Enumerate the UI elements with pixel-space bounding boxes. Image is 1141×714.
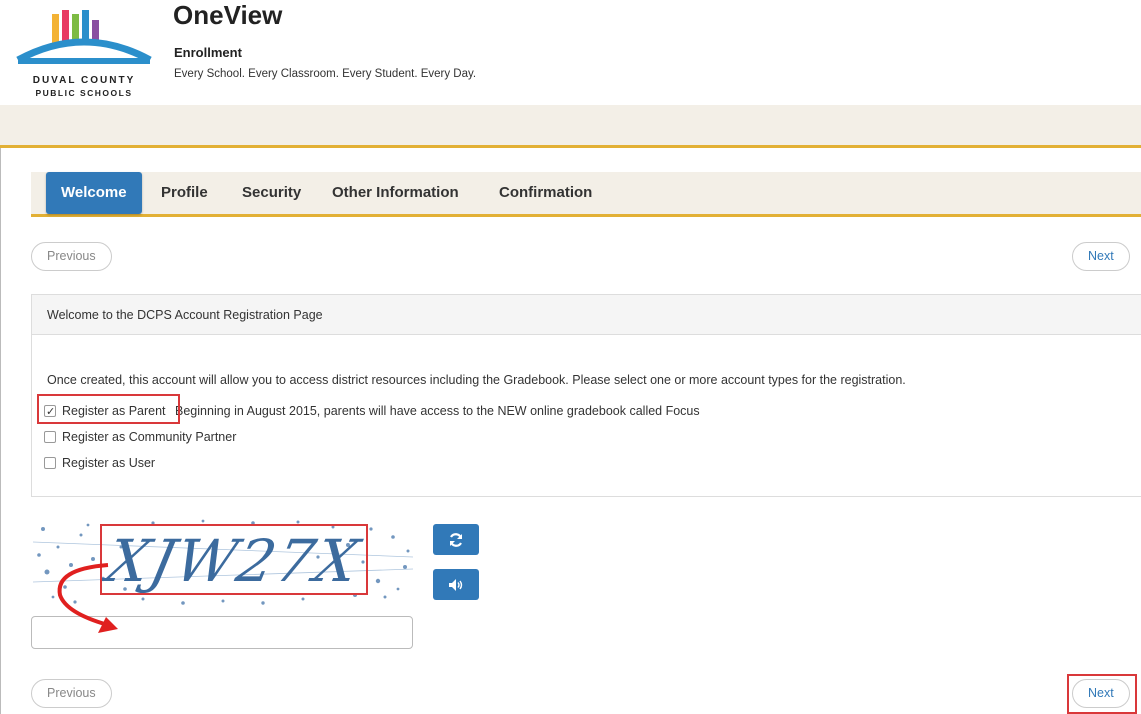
header-band	[0, 105, 1141, 148]
dcps-logo-graphic	[16, 10, 152, 64]
checkbox-community-partner[interactable]	[44, 431, 56, 443]
highlight-register-parent	[37, 394, 180, 424]
tab-other-information-label: Other Information	[332, 184, 459, 201]
intro-text: Once created, this account will allow yo…	[47, 373, 906, 387]
red-arrow	[57, 563, 118, 633]
checkbox-user[interactable]	[44, 457, 56, 469]
tab-security[interactable]: Security	[242, 172, 301, 214]
wizard-tabs: Welcome Profile Security Other Informati…	[31, 172, 1141, 217]
option-user[interactable]: Register as User	[44, 454, 155, 472]
registration-panel: Welcome to the DCPS Account Registration…	[31, 294, 1141, 497]
highlight-next-button	[1067, 674, 1137, 714]
dcps-logo: DUVAL COUNTY PUBLIC SCHOOLS	[14, 8, 154, 100]
previous-button-top[interactable]: Previous	[31, 242, 112, 271]
tab-confirmation-label: Confirmation	[499, 184, 593, 201]
option-community-partner-label: Register as Community Partner	[62, 430, 237, 444]
captcha-audio-button[interactable]	[433, 569, 479, 600]
previous-button-bottom[interactable]: Previous	[31, 679, 112, 708]
captcha-refresh-button[interactable]	[433, 524, 479, 555]
tab-welcome-label: Welcome	[61, 184, 127, 201]
logo-text-line1: DUVAL COUNTY	[32, 75, 136, 86]
tab-other-information[interactable]: Other Information	[332, 172, 459, 214]
app-tagline: Every School. Every Classroom. Every Stu…	[174, 68, 477, 80]
highlight-captcha-code	[100, 524, 368, 595]
panel-heading: Welcome to the DCPS Account Registration…	[32, 295, 1141, 335]
next-button-top[interactable]: Next	[1072, 242, 1130, 271]
option-user-label: Register as User	[62, 456, 156, 470]
refresh-icon	[449, 533, 463, 547]
tab-profile-label: Profile	[161, 184, 208, 201]
logo-text-line2: PUBLIC SCHOOLS	[35, 88, 133, 98]
app-title: OneView	[173, 0, 283, 30]
option-parent-note: Beginning in August 2015, parents will h…	[175, 404, 700, 418]
app-subtitle: Enrollment	[174, 45, 242, 60]
audio-icon	[449, 579, 463, 592]
site-header: DUVAL COUNTY PUBLIC SCHOOLS OneView Enro…	[0, 0, 1141, 105]
tab-welcome[interactable]: Welcome	[46, 172, 142, 214]
tab-security-label: Security	[242, 184, 302, 201]
tab-profile[interactable]: Profile	[161, 172, 208, 214]
tab-confirmation[interactable]: Confirmation	[499, 172, 592, 214]
option-community-partner[interactable]: Register as Community Partner	[44, 428, 236, 446]
